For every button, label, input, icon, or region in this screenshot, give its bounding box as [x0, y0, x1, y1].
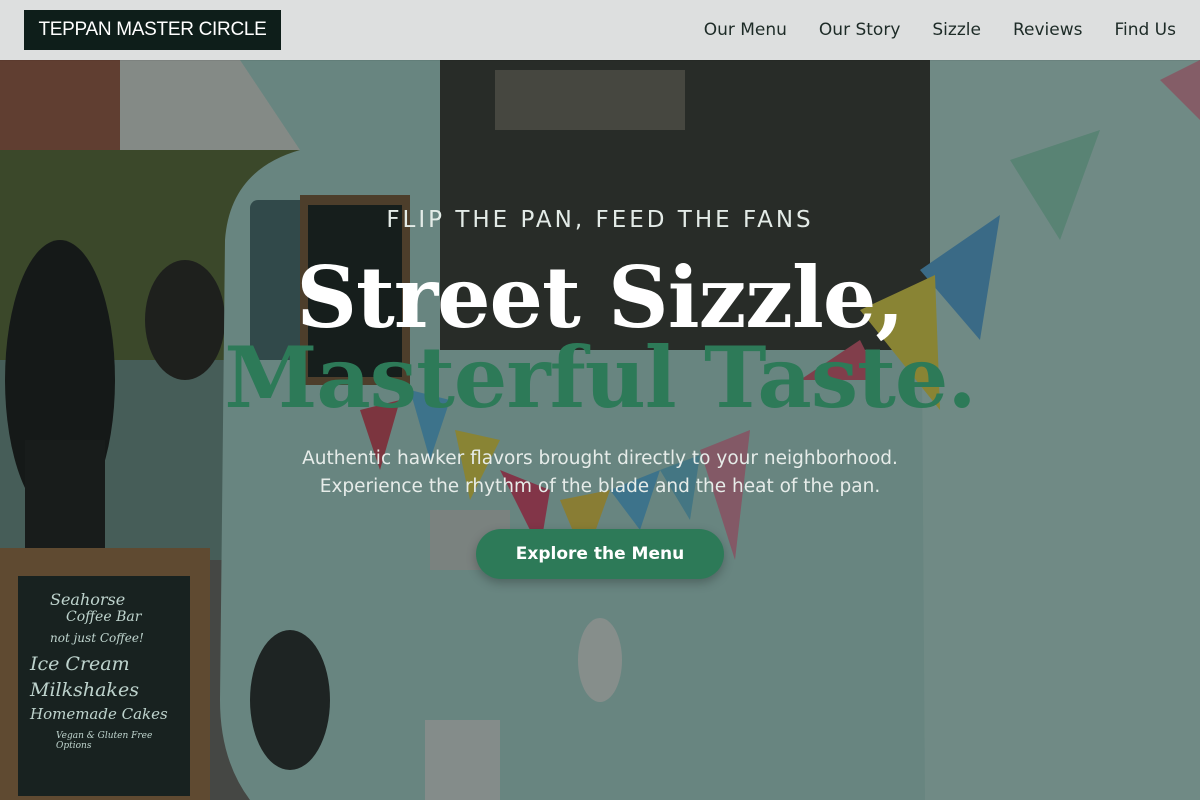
nav-link-find-us[interactable]: Find Us: [1114, 20, 1176, 40]
nav-link-our-story[interactable]: Our Story: [819, 20, 900, 40]
hero-subtitle-line1: Authentic hawker flavors brought directl…: [302, 448, 898, 469]
hero-eyebrow: FLIP THE PAN, FEED THE FANS: [386, 207, 814, 233]
nav-link-our-menu[interactable]: Our Menu: [704, 20, 787, 40]
chalkboard-line: Coffee Bar: [66, 609, 142, 625]
hero-content: FLIP THE PAN, FEED THE FANS Street Sizzl…: [0, 200, 1200, 579]
chalkboard-line: Ice Cream: [30, 653, 130, 675]
chalkboard-line: Seahorse: [50, 590, 126, 609]
chalkboard-line: not just Coffee!: [50, 631, 144, 645]
hero-headline-line2: Masterful Taste.: [224, 328, 976, 427]
chalkboard-line: Homemade Cakes: [30, 705, 168, 723]
main-nav: Our Menu Our Story Sizzle Reviews Find U…: [704, 0, 1176, 60]
chalkboard-line: Milkshakes: [30, 679, 139, 701]
explore-menu-button[interactable]: Explore the Menu: [475, 529, 725, 579]
nav-link-sizzle[interactable]: Sizzle: [932, 20, 981, 40]
brand-logo[interactable]: TEPPAN MASTER CIRCLE: [24, 10, 281, 50]
chalkboard-sign: Seahorse Coffee Bar not just Coffee! Ice…: [30, 590, 190, 751]
hero-subtitle: Authentic hawker flavors brought directl…: [0, 445, 1200, 501]
chalkboard-line: Vegan & Gluten Free Options: [56, 731, 153, 751]
hero-subtitle-line2: Experience the rhythm of the blade and t…: [319, 476, 881, 497]
top-navigation-bar: TEPPAN MASTER CIRCLE Our Menu Our Story …: [0, 0, 1200, 60]
nav-link-reviews[interactable]: Reviews: [1013, 20, 1083, 40]
